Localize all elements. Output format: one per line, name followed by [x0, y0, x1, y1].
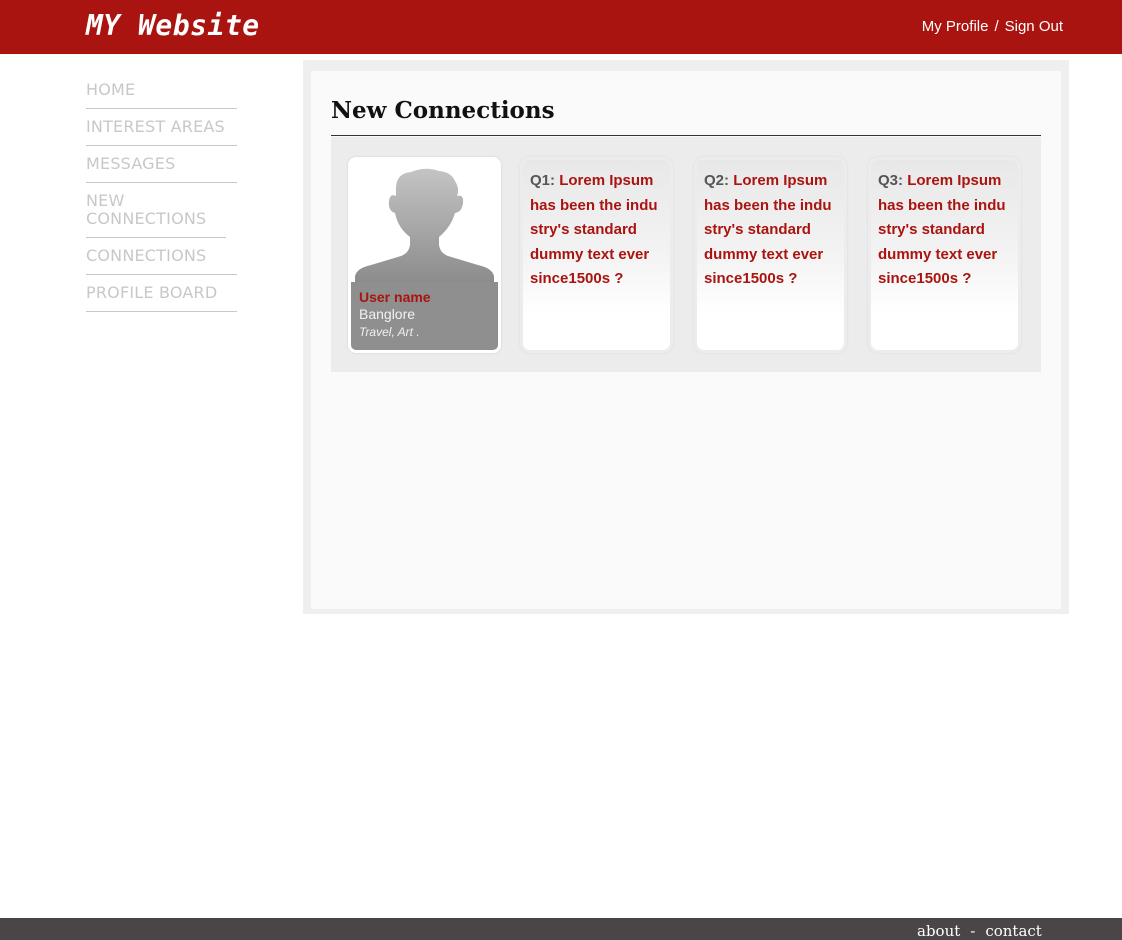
user-name[interactable]: User name — [359, 289, 498, 306]
link-separator: / — [994, 18, 999, 35]
question-label: Q2: — [704, 172, 730, 189]
question-text: Q1: Lorem Ipsum has been the indu stry's… — [530, 169, 664, 292]
question-body: Lorem Ipsum has been the indu stry's sta… — [878, 172, 1006, 287]
page-title: New Connections — [331, 97, 555, 124]
footer-links: about - contact — [917, 920, 1042, 940]
footer-separator: - — [970, 922, 976, 940]
question-body: Lorem Ipsum has been the indu stry's sta… — [704, 172, 832, 287]
profile-card[interactable]: User name Banglore Travel, Art . — [348, 157, 501, 353]
sidebar-item-messages[interactable]: MESSAGES — [86, 146, 237, 183]
avatar — [351, 160, 498, 282]
sidebar-item-home[interactable]: HOME — [86, 72, 237, 109]
sidebar-item-new-connections[interactable]: NEW CONNECTIONS — [86, 183, 226, 238]
question-label: Q1: — [530, 172, 556, 189]
sidebar-item-connections[interactable]: CONNECTIONS — [86, 238, 237, 275]
question-card-2[interactable]: Q2: Lorem Ipsum has been the indu stry's… — [694, 157, 847, 353]
sidebar-nav: HOME INTEREST AREAS MESSAGES NEW CONNECT… — [86, 72, 237, 312]
question-body: Lorem Ipsum has been the indu stry's sta… — [530, 172, 658, 287]
main-content: New Connections User name Banglore Trave… — [311, 71, 1061, 609]
sidebar-item-interest-areas[interactable]: INTEREST AREAS — [86, 109, 237, 146]
question-card-1[interactable]: Q1: Lorem Ipsum has been the indu stry's… — [520, 157, 673, 353]
site-footer: about - contact — [0, 918, 1122, 940]
user-location: Banglore — [359, 306, 416, 322]
sign-out-link[interactable]: Sign Out — [1005, 18, 1063, 35]
connections-area: User name Banglore Travel, Art . Q1: Lor… — [331, 137, 1041, 372]
contact-link[interactable]: contact — [985, 922, 1042, 940]
question-text: Q3: Lorem Ipsum has been the indu stry's… — [878, 169, 1012, 292]
question-text: Q2: Lorem Ipsum has been the indu stry's… — [704, 169, 838, 292]
user-silhouette-icon — [355, 168, 494, 282]
site-header: MY Website My Profile / Sign Out — [0, 0, 1122, 54]
question-card-3[interactable]: Q3: Lorem Ipsum has been the indu stry's… — [868, 157, 1021, 353]
sidebar-item-profile-board[interactable]: PROFILE BOARD — [86, 275, 237, 312]
about-link[interactable]: about — [917, 922, 960, 940]
main-panel: New Connections User name Banglore Trave… — [303, 60, 1069, 614]
question-label: Q3: — [878, 172, 904, 189]
site-logo[interactable]: MY Website — [86, 9, 260, 42]
my-profile-link[interactable]: My Profile — [922, 18, 989, 35]
user-interests: Travel, Art . — [359, 325, 420, 339]
account-links: My Profile / Sign Out — [922, 18, 1063, 35]
title-divider — [331, 135, 1041, 136]
profile-info: User name Banglore Travel, Art . — [351, 282, 498, 350]
